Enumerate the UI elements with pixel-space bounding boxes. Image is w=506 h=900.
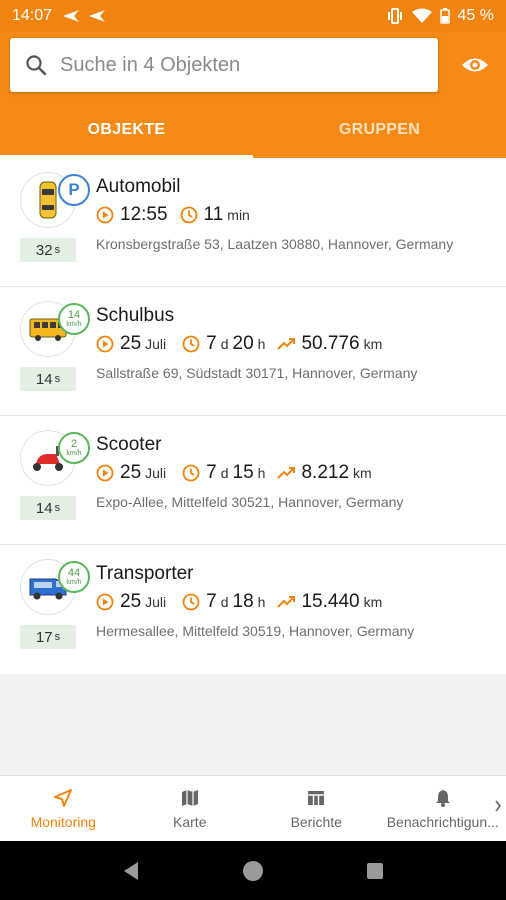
list-item[interactable]: 2 km/h 14 s Scooter 25 Juli 7 d 15 h 8.212 km E… (0, 416, 506, 545)
clock-icon (180, 206, 197, 224)
wifi-icon (411, 8, 432, 23)
clock-icon (182, 464, 200, 482)
list-item[interactable]: P 32 s Automobil 12:55 11 min Kronsbergstr… (0, 158, 506, 287)
system-navigation-bar (0, 841, 506, 900)
send-notification-icon (63, 10, 80, 22)
trending-up-icon (277, 596, 296, 608)
search-input[interactable]: Suche in 4 Objekten (10, 38, 438, 92)
nav-benachrichtigungen[interactable]: Benachrichtigun... (380, 776, 506, 841)
duration-metric: 7 d 15 h (182, 462, 265, 484)
search-icon (26, 55, 47, 76)
object-name: Schulbus (96, 305, 175, 326)
distance-metric: 8.212 km (277, 462, 372, 484)
duration-metric: 7 d 18 h (182, 591, 265, 613)
time-metric: 12:55 (96, 204, 168, 226)
recents-icon[interactable] (363, 859, 387, 883)
object-address: Kronsbergstraße 53, Laatzen 30880, Hanno… (96, 236, 454, 252)
object-metrics: 25 Juli 7 d 15 h 8.212 km (96, 462, 384, 484)
object-address: Sallstraße 69, Südstadt 30171, Hannover,… (96, 365, 418, 381)
object-name: Scooter (96, 434, 162, 455)
object-metrics: 25 Juli 7 d 18 h 15.440 km (96, 591, 394, 613)
age-badge: 17 s (20, 625, 76, 649)
map-icon (181, 789, 198, 806)
bottom-navigation: Monitoring Karte Berichte Benachrichtigu… (0, 775, 506, 841)
age-badge: 14 s (20, 496, 76, 520)
home-icon[interactable] (241, 859, 265, 883)
play-circle-icon (96, 593, 114, 611)
object-name: Automobil (96, 176, 181, 197)
clock-icon (182, 335, 200, 353)
trending-up-icon (277, 338, 296, 350)
play-circle-icon (96, 464, 114, 482)
back-icon[interactable] (119, 859, 143, 883)
date-metric: 25 Juli (96, 591, 170, 613)
send-notification-icon (89, 10, 106, 22)
nav-monitoring[interactable]: Monitoring (0, 776, 127, 841)
tab-objekte[interactable]: OBJEKTE (0, 102, 253, 158)
status-bar: 14:07 45 % (0, 0, 506, 32)
app-header: Suche in 4 Objekten OBJEKTE GRUPPEN (0, 32, 506, 158)
speed-badge: 44 km/h (58, 561, 90, 593)
chevron-right-icon[interactable] (494, 800, 502, 812)
trending-up-icon (277, 467, 296, 479)
status-time: 14:07 (12, 7, 53, 24)
navigation-arrow-icon (54, 788, 73, 807)
battery-level: 45 % (457, 7, 494, 24)
object-metrics: 25 Juli 7 d 20 h 50.776 km (96, 333, 394, 355)
clock-icon (182, 593, 200, 611)
speed-badge: 2 km/h (58, 432, 90, 464)
speed-badge: 14 km/h (58, 303, 90, 335)
nav-berichte[interactable]: Berichte (253, 776, 380, 841)
object-list: P 32 s Automobil 12:55 11 min Kronsbergstr… (0, 158, 506, 674)
eye-icon[interactable] (460, 50, 490, 80)
date-metric: 25 Juli (96, 462, 170, 484)
vibrate-icon (387, 8, 402, 24)
play-circle-icon (96, 335, 114, 353)
age-badge: 14 s (20, 367, 76, 391)
nav-karte[interactable]: Karte (127, 776, 254, 841)
duration-metric: 7 d 20 h (182, 333, 265, 355)
date-metric: 25 Juli (96, 333, 170, 355)
duration-metric: 11 min (180, 204, 250, 226)
distance-metric: 15.440 km (277, 591, 382, 613)
list-item[interactable]: 14 km/h 14 s Schulbus 25 Juli 7 d 20 h 50.776 k… (0, 287, 506, 416)
search-placeholder: Suche in 4 Objekten (60, 53, 241, 76)
parking-badge: P (58, 174, 90, 206)
list-item[interactable]: 44 km/h 17 s Transporter 25 Juli 7 d 18 h 15.4… (0, 545, 506, 674)
age-badge: 32 s (20, 238, 76, 262)
bell-icon (435, 789, 450, 807)
battery-icon (439, 8, 450, 24)
play-circle-icon (96, 206, 114, 224)
tab-bar: OBJEKTE GRUPPEN (0, 102, 506, 158)
tab-gruppen[interactable]: GRUPPEN (253, 102, 506, 158)
object-metrics: 12:55 11 min (96, 204, 262, 226)
table-icon (308, 790, 325, 805)
object-address: Hermesallee, Mittelfeld 30519, Hannover,… (96, 623, 415, 639)
object-address: Expo-Allee, Mittelfeld 30521, Hannover, … (96, 494, 404, 510)
distance-metric: 50.776 km (277, 333, 382, 355)
object-name: Transporter (96, 563, 194, 584)
